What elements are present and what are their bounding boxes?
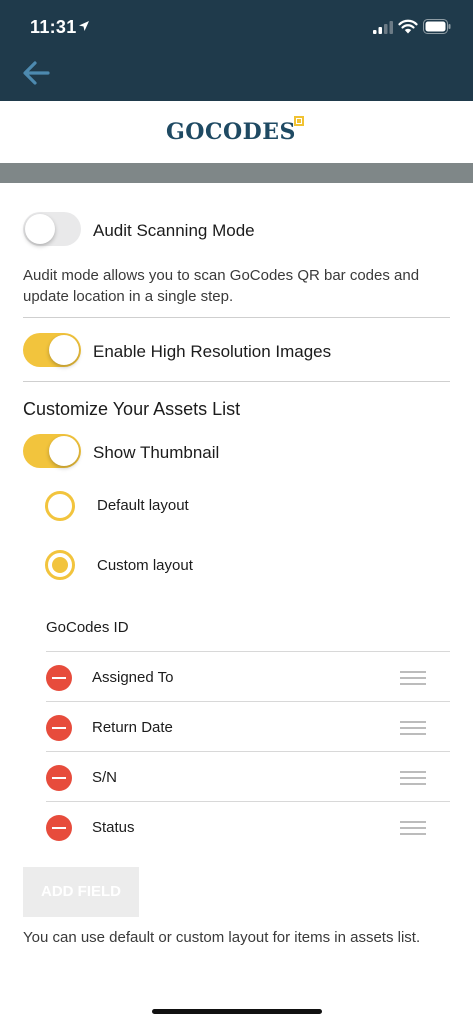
default-layout-radio[interactable] xyxy=(45,491,75,521)
remove-field-icon[interactable] xyxy=(46,815,72,841)
field-label: S/N xyxy=(92,769,118,786)
show-thumbnail-label: Show Thumbnail xyxy=(93,443,220,462)
location-arrow-icon xyxy=(79,21,89,31)
row-divider xyxy=(46,651,450,652)
nav-bar xyxy=(0,56,473,101)
status-time: 11:31 xyxy=(30,17,77,37)
row-divider xyxy=(46,701,450,702)
row-divider xyxy=(46,801,450,802)
remove-field-icon[interactable] xyxy=(46,715,72,741)
field-label: Assigned To xyxy=(92,669,174,686)
drag-handle-icon[interactable] xyxy=(400,671,426,685)
add-field-button[interactable]: ADD FIELD xyxy=(23,867,139,917)
drag-handle-icon[interactable] xyxy=(400,821,426,835)
layout-footnote: You can use default or custom layout for… xyxy=(23,929,421,946)
field-label: Return Date xyxy=(92,719,173,736)
default-layout-label: Default layout xyxy=(97,497,189,514)
battery-icon xyxy=(423,19,451,34)
remove-field-icon[interactable] xyxy=(46,665,72,691)
drag-handle-icon[interactable] xyxy=(400,721,426,735)
drag-handle-icon[interactable] xyxy=(400,771,426,785)
audit-mode-toggle[interactable] xyxy=(23,212,81,246)
wifi-icon xyxy=(398,19,418,34)
back-arrow-icon[interactable] xyxy=(22,60,50,86)
custom-layout-radio[interactable] xyxy=(45,550,75,580)
high-res-toggle[interactable] xyxy=(23,333,81,367)
home-indicator[interactable] xyxy=(152,1009,322,1014)
audit-mode-label: Audit Scanning Mode xyxy=(93,221,255,240)
logo-square-icon xyxy=(294,116,304,126)
high-res-label: Enable High Resolution Images xyxy=(93,342,332,361)
status-bar: 11:31 xyxy=(0,0,473,56)
custom-layout-label: Custom layout xyxy=(97,557,193,574)
logo-bar: GOCODES xyxy=(0,101,473,163)
customize-title: Customize Your Assets List xyxy=(23,399,241,419)
divider xyxy=(23,381,450,382)
header-divider-band xyxy=(0,163,473,183)
cellular-signal-icon xyxy=(373,21,393,34)
logo-text: GOCODES xyxy=(166,119,296,145)
audit-mode-description: Audit mode allows you to scan GoCodes QR… xyxy=(23,267,420,305)
field-label: Status xyxy=(92,819,135,836)
show-thumbnail-toggle[interactable] xyxy=(23,434,81,468)
gocodes-logo: GOCODES xyxy=(166,116,304,153)
divider xyxy=(23,317,450,318)
row-divider xyxy=(46,751,450,752)
remove-field-icon[interactable] xyxy=(46,765,72,791)
gocodes-id-field: GoCodes ID xyxy=(46,619,129,636)
